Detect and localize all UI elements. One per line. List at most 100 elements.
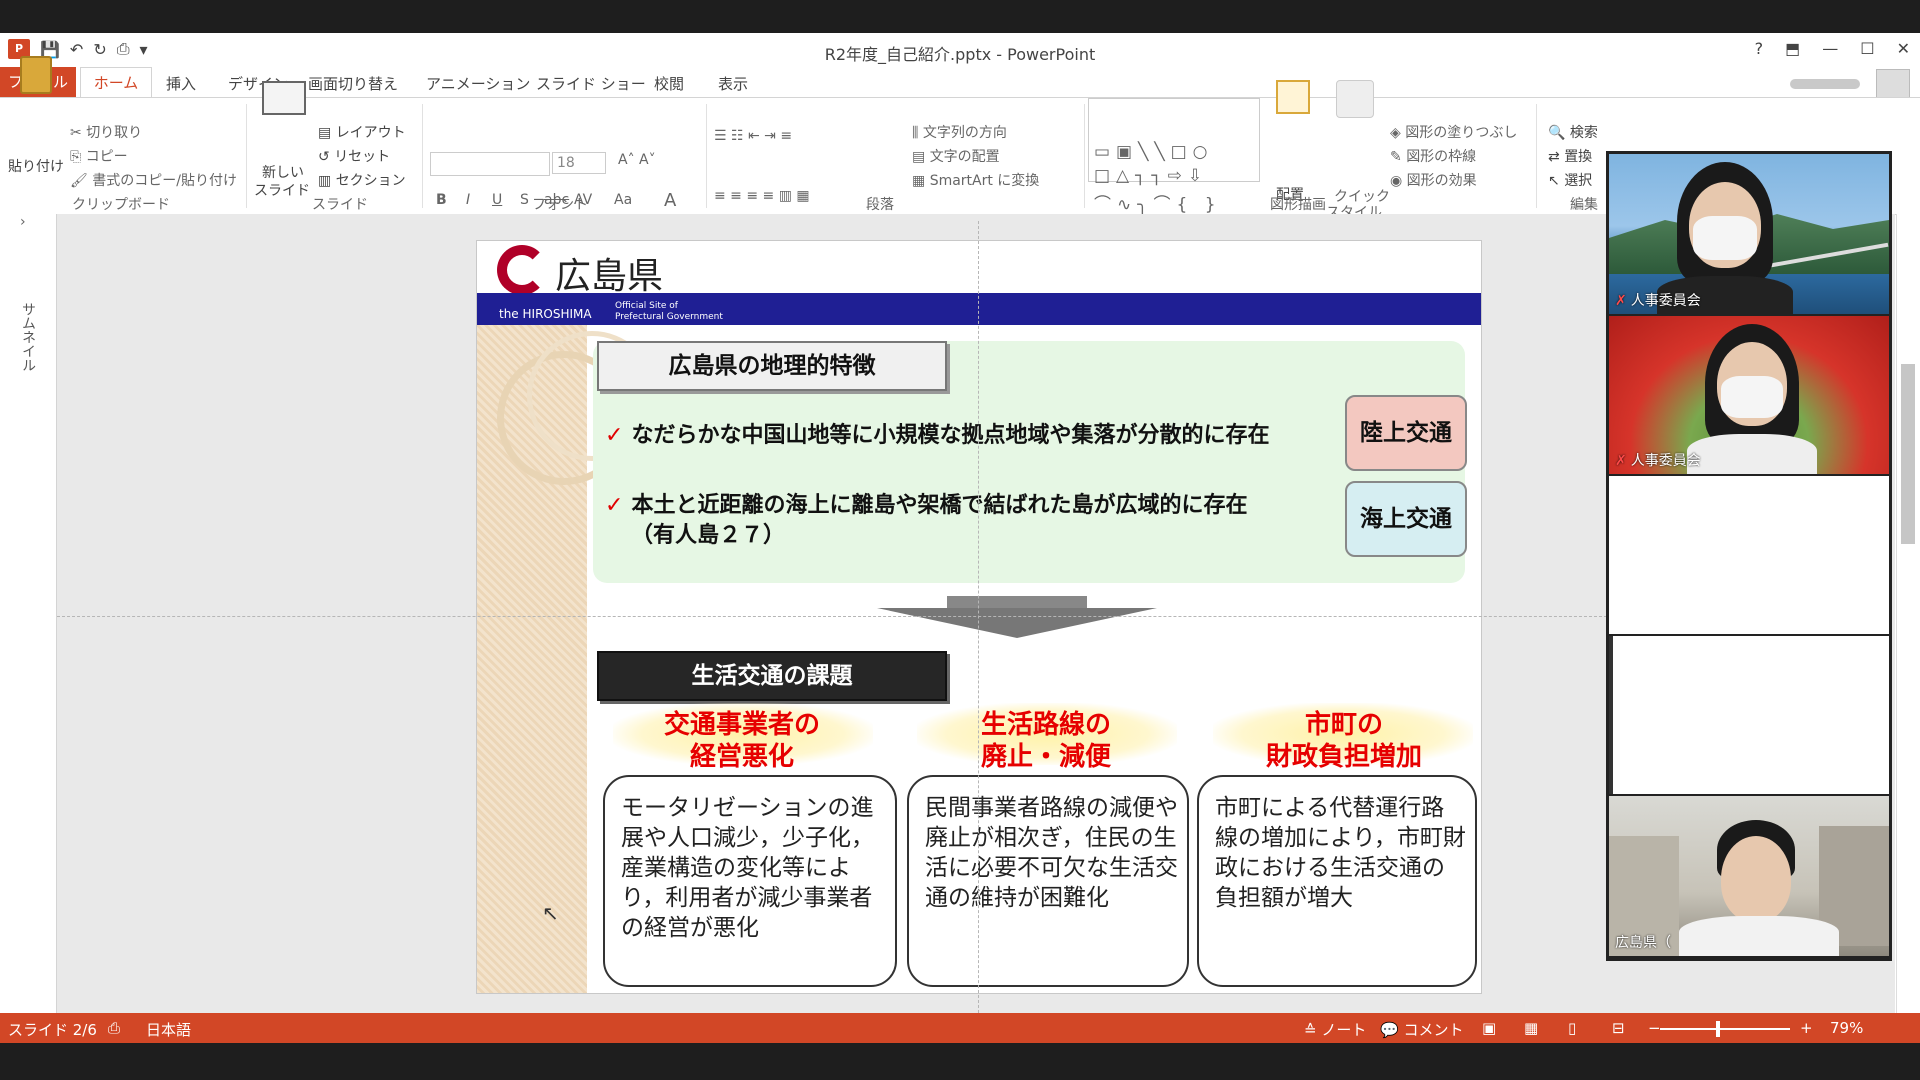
video-tile-1[interactable]: ✗ 人事委員会 — [1609, 154, 1889, 314]
slideshow-icon[interactable]: ⊟ — [1612, 1019, 1625, 1037]
underline-button[interactable]: U — [492, 192, 502, 208]
change-case-button[interactable]: Aa — [614, 192, 632, 208]
person-body — [1679, 916, 1839, 956]
mic-muted-icon[interactable]: ✗ — [1615, 293, 1627, 309]
shape-outline-button[interactable]: ✎ 図形の枠線 — [1390, 146, 1476, 166]
arrange-icon[interactable] — [1276, 80, 1310, 114]
shape-effects-button[interactable]: ◉ 図形の効果 — [1390, 170, 1477, 190]
video-tile-2[interactable]: ✗ 人事委員会 — [1609, 316, 1889, 474]
group-paragraph-label: 段落 — [866, 197, 894, 213]
issue3-title-1: 市町の — [1304, 710, 1383, 740]
hiroshima-logo-icon — [497, 245, 547, 295]
tab-review[interactable]: 校閲 — [654, 73, 684, 94]
ribbon-display-icon[interactable]: ⬒ — [1785, 39, 1800, 58]
reading-view-icon[interactable]: ▯ — [1568, 1019, 1576, 1037]
slide-canvas[interactable]: 広島県 the HIROSHIMA Official Site of Prefec… — [476, 240, 1482, 994]
tab-slideshow[interactable]: スライド ショー — [536, 73, 646, 94]
select-button[interactable]: ↖ 選択 — [1548, 170, 1592, 190]
notes-label: ノート — [1321, 1021, 1367, 1039]
maximize-icon[interactable]: ☐ — [1860, 39, 1874, 58]
down-arrow-bar — [947, 596, 1087, 608]
align-text-button[interactable]: ▤ 文字の配置 — [912, 146, 1000, 166]
new-slide-label-2[interactable]: スライド — [254, 180, 310, 200]
mic-muted-icon[interactable]: ✗ — [1615, 453, 1627, 469]
participant-label: ✗ 人事委員会 — [1615, 450, 1701, 470]
new-slide-label-1[interactable]: 新しい — [262, 162, 304, 182]
zoom-out-icon[interactable]: − — [1648, 1019, 1661, 1037]
minimize-icon[interactable]: — — [1822, 39, 1838, 58]
shadow-button[interactable]: S — [520, 192, 529, 208]
video-tile-4[interactable] — [1609, 636, 1889, 794]
scrollbar-thumb[interactable] — [1901, 364, 1915, 544]
vertical-guide[interactable] — [978, 221, 979, 1043]
copy-button[interactable]: ⎘ コピー — [70, 146, 128, 166]
align-icons[interactable]: ≡ ≡ ≡ ≡ ▥ ▦ — [714, 188, 810, 204]
bold-button[interactable]: B — [436, 192, 447, 208]
user-avatar-icon[interactable] — [1876, 69, 1910, 99]
zoom-level[interactable]: 79% — [1830, 1019, 1863, 1037]
bullets-icon[interactable]: ☰ ☷ ⇤ ⇥ ≡ — [714, 128, 792, 144]
text-direction-button[interactable]: ⫼ 文字列の方向 — [912, 122, 1007, 142]
reset-button[interactable]: ↺ リセット — [318, 146, 390, 166]
video-tile-5[interactable]: 広島県（ — [1609, 796, 1889, 956]
format-painter-button[interactable]: 🖌 書式のコピー/貼り付け — [70, 170, 237, 190]
user-name-blurred[interactable] — [1790, 79, 1860, 89]
new-slide-icon[interactable] — [262, 81, 306, 115]
issue3-title: 市町の 財政負担増加 — [1229, 709, 1459, 773]
paste-icon[interactable] — [20, 56, 52, 94]
normal-view-icon[interactable]: ▣ — [1482, 1019, 1496, 1037]
layout-button[interactable]: ▤ レイアウト — [318, 122, 406, 142]
horizontal-guide[interactable] — [57, 616, 1607, 617]
ribbon-separator — [1536, 104, 1537, 208]
group-drawing-label: 図形描画 — [1270, 197, 1326, 213]
down-arrow-icon — [877, 608, 1157, 638]
find-button[interactable]: 🔍 検索 — [1548, 122, 1598, 142]
banner-official-1: Official Site of — [615, 301, 678, 311]
spellcheck-icon[interactable]: ⎙ — [108, 1019, 120, 1037]
person-body — [1687, 434, 1817, 474]
help-button[interactable]: ? — [1755, 39, 1764, 58]
tab-insert[interactable]: 挿入 — [166, 73, 196, 94]
close-icon[interactable]: ✕ — [1897, 39, 1910, 58]
zoom-slider-knob[interactable] — [1716, 1021, 1720, 1037]
video-tile-3[interactable] — [1609, 476, 1889, 634]
expand-thumbnails-icon[interactable]: › — [20, 214, 26, 230]
notes-button[interactable]: ≙ ノート — [1304, 1019, 1366, 1040]
thumbnail-panel-label[interactable]: サムネイル — [18, 302, 38, 372]
shapes-icons-row3[interactable]: ⌒∿╮⌒{ } — [1094, 190, 1222, 215]
grow-font-icon[interactable]: A˄ A˅ — [618, 152, 656, 168]
tab-view[interactable]: 表示 — [718, 73, 748, 94]
issue2-title: 生活路線の 廃止・減便 — [931, 709, 1161, 773]
tab-home[interactable]: ホーム — [80, 67, 152, 98]
font-color-button[interactable]: A — [664, 190, 676, 211]
replace-button[interactable]: ⇄ 置換 — [1548, 146, 1592, 166]
italic-button[interactable]: I — [466, 192, 470, 208]
font-name-box[interactable] — [430, 152, 550, 176]
zoom-slider[interactable] — [1660, 1028, 1790, 1030]
issue3-box: 市町による代替運行路線の増加により，市町財政における生活交通の負担額が増大 — [1197, 775, 1477, 987]
font-size-box[interactable]: 18 — [552, 152, 606, 174]
vertical-scrollbar[interactable] — [1896, 214, 1920, 1043]
zoom-in-icon[interactable]: + — [1800, 1019, 1813, 1037]
participant-name: 広島県（ — [1615, 935, 1671, 951]
smartart-button[interactable]: ▦ SmartArt に変換 — [912, 170, 1039, 190]
reset-label: リセット — [334, 149, 391, 165]
issue2-title-2: 廃止・減便 — [980, 742, 1111, 772]
language-indicator[interactable]: 日本語 — [146, 1019, 191, 1040]
section2-title: 生活交通の課題 — [597, 651, 947, 701]
shape-fill-button[interactable]: ◈ 図形の塗りつぶし — [1390, 122, 1517, 142]
tab-transitions[interactable]: 画面切り替え — [308, 73, 398, 94]
cut-button[interactable]: ✂ 切り取り — [70, 122, 142, 142]
comments-button[interactable]: 💬 コメント — [1380, 1019, 1463, 1040]
bullet-item: ✓ なだらかな中国山地等に小規模な拠点地域や集落が分散的に存在 — [605, 421, 1325, 451]
slide-sorter-icon[interactable]: ▦ — [1524, 1019, 1538, 1037]
face-mask — [1721, 376, 1783, 418]
quick-styles-icon[interactable] — [1336, 80, 1374, 118]
paste-button[interactable]: 貼り付け — [8, 156, 64, 176]
slide-counter[interactable]: スライド 2/6 — [8, 1019, 97, 1040]
window-title: R2年度_自己紹介.pptx - PowerPoint — [824, 45, 1096, 64]
tab-animations[interactable]: アニメーション — [426, 73, 530, 94]
shapes-icons[interactable]: ▭▣╲╲□○ — [1094, 142, 1214, 162]
section-button[interactable]: ▥ セクション — [318, 170, 406, 190]
shapes-icons-row2[interactable]: □△┐┐⇨⇩ — [1094, 166, 1208, 186]
